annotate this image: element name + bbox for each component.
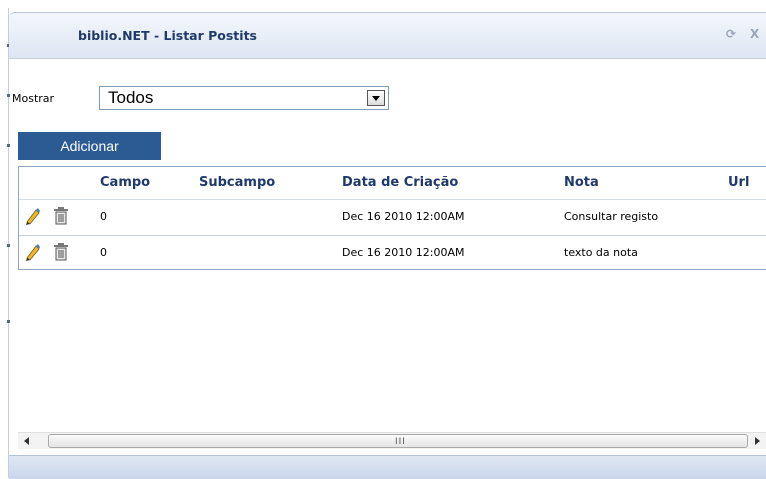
scroll-right-icon[interactable]: [755, 437, 760, 445]
frame-line: [8, 8, 9, 478]
title-bar: biblio.NET - Listar Postits ⟳ X: [9, 12, 766, 59]
cell-nota: Consultar registo: [564, 210, 659, 223]
scroll-left-icon[interactable]: [24, 437, 29, 445]
pencil-icon[interactable]: [24, 243, 40, 264]
cell-campo: 0: [100, 246, 107, 259]
filter-label: Mostrar: [12, 92, 55, 105]
column-header-data[interactable]: Data de Criação: [342, 175, 458, 190]
column-header-campo[interactable]: Campo: [100, 175, 150, 190]
table-row: 0 Dec 16 2010 12:00AM texto da nota: [19, 235, 766, 269]
cell-data: Dec 16 2010 12:00AM: [342, 210, 465, 223]
close-icon[interactable]: X: [750, 27, 759, 41]
postits-window: biblio.NET - Listar Postits ⟳ X Mostrar …: [0, 0, 766, 479]
horizontal-scrollbar[interactable]: III: [18, 432, 766, 449]
filter-select[interactable]: Todos: [99, 86, 389, 110]
scroll-grip: III: [395, 437, 406, 447]
column-header-nota[interactable]: Nota: [564, 175, 599, 190]
column-header-subcampo[interactable]: Subcampo: [199, 175, 275, 190]
frame-tick: [7, 244, 10, 247]
filter-selected-value: Todos: [108, 88, 154, 107]
trash-icon[interactable]: [53, 243, 69, 264]
postits-table: Campo Subcampo Data de Criação Nota Url: [18, 166, 766, 270]
frame-tick: [7, 94, 10, 97]
cell-nota: texto da nota: [564, 246, 638, 259]
scroll-thumb[interactable]: III: [48, 434, 748, 448]
frame-tick: [7, 144, 10, 147]
cell-campo: 0: [100, 210, 107, 223]
refresh-icon[interactable]: ⟳: [726, 27, 736, 41]
add-button[interactable]: Adicionar: [18, 132, 161, 160]
frame-tick: [7, 320, 10, 323]
table-header: Campo Subcampo Data de Criação Nota Url: [19, 167, 766, 199]
pencil-icon[interactable]: [24, 207, 40, 228]
window-footer: [9, 455, 766, 479]
table-row: 0 Dec 16 2010 12:00AM Consultar registo: [19, 199, 766, 233]
chevron-down-icon[interactable]: [367, 90, 385, 106]
column-header-url[interactable]: Url: [728, 175, 749, 190]
window-title: biblio.NET - Listar Postits: [78, 28, 257, 43]
cell-data: Dec 16 2010 12:00AM: [342, 246, 465, 259]
trash-icon[interactable]: [53, 207, 69, 228]
left-frame: [0, 0, 10, 479]
